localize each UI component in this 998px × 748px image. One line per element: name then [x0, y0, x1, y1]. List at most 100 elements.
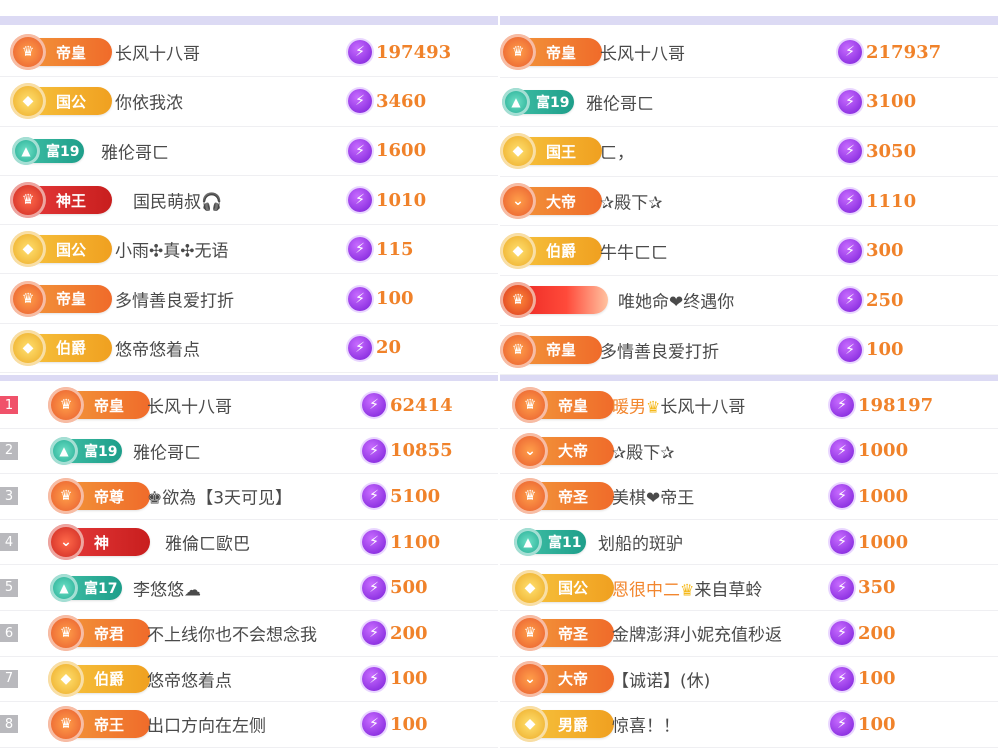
user-name[interactable]: 多情善良爱打折	[115, 286, 234, 311]
user-name[interactable]: 不上线你也不会想念我	[147, 621, 317, 646]
user-name-text: 不上线你也不会想念我	[147, 625, 317, 646]
score-value: 1010	[376, 189, 427, 211]
user-name[interactable]: ✰殿下✰	[600, 189, 663, 214]
user-name[interactable]: 悠帝悠着点	[115, 335, 200, 360]
leaderboard-row[interactable]: 5 ▲ 富17 李悠悠☁ ⚡ 500	[0, 565, 498, 611]
leaderboard-row[interactable]: ⌄ 大帝 ✰殿下✰ ⚡ 1110	[500, 177, 998, 227]
badge-emblem-icon: ♛	[500, 282, 536, 319]
user-name-text: 多情善良爱打折	[600, 342, 719, 363]
user-name[interactable]: 雅伦哥ㄈ	[101, 138, 169, 163]
leaderboard-row[interactable]: ♛ 帝皇 多情善良爱打折 ⚡ 100	[500, 326, 998, 376]
user-name[interactable]: 划船的斑驴	[598, 530, 683, 555]
rank-badge: ♛ 帝圣	[512, 615, 614, 652]
score: ⚡ 197493	[348, 40, 451, 65]
user-name[interactable]: 唯她命❤终遇你	[618, 288, 734, 313]
leaderboard-row[interactable]: ♛ 唯她命❤终遇你 ⚡ 250	[500, 276, 998, 326]
user-name-text: 小雨✣真✣无语	[115, 241, 229, 262]
score-value: 100	[866, 339, 904, 361]
rank-badge: ♛ 帝皇	[500, 331, 602, 368]
leaderboard-row[interactable]: 8 ♛ 帝王 出口方向在左侧 ⚡ 100	[0, 702, 498, 748]
leaderboard-row[interactable]: ▲ 富19 雅伦哥ㄈ ⚡ 1600	[0, 127, 498, 176]
user-name-text: 长风十八哥	[147, 397, 232, 418]
leaderboard-row[interactable]: 1 ♛ 帝皇 长风十八哥 ⚡ 62414	[0, 383, 498, 429]
badge-emblem-icon: ⌄	[500, 183, 536, 220]
leaderboard-row[interactable]: 2 ▲ 富19 雅伦哥ㄈ ⚡ 10855	[0, 429, 498, 475]
lightning-bolt-icon: ⚡	[838, 139, 862, 164]
user-name-text: ✰殿下✰	[612, 443, 675, 464]
user-name[interactable]: 暖男♛长风十八哥	[612, 393, 745, 418]
leaderboard-row[interactable]: ♛ 帝圣 美棋❤帝王 ⚡ 1000	[500, 474, 998, 520]
leaderboard-row[interactable]: ◆ 伯爵 悠帝悠着点 ⚡ 20	[0, 324, 498, 374]
user-name[interactable]: 美棋❤帝王	[612, 484, 694, 509]
leaderboard-row[interactable]: ♛ 神王 国民萌叔🎧 ⚡ 1010	[0, 176, 498, 226]
score: ⚡ 1000	[830, 438, 908, 463]
leaderboard-row[interactable]: ⌄ 大帝 【诚诺】(休) ⚡ 100	[500, 657, 998, 703]
user-name[interactable]: ㄈ，	[600, 139, 634, 164]
user-name-text: 划船的斑驴	[598, 534, 683, 555]
leaderboard-row[interactable]: ◆ 国公 小雨✣真✣无语 ⚡ 115	[0, 225, 498, 275]
badge-emblem-icon: ◆	[10, 83, 46, 120]
badge-emblem-icon: ♛	[512, 615, 548, 652]
leaderboard-row[interactable]: 6 ♛ 帝君 不上线你也不会想念我 ⚡ 200	[0, 611, 498, 657]
top-separator	[0, 0, 998, 28]
score: ⚡ 62414	[362, 393, 453, 418]
user-name[interactable]: 李悠悠☁	[133, 575, 201, 600]
leaderboard-row[interactable]: ♛ 帝皇 长风十八哥 ⚡ 217937	[500, 28, 998, 78]
user-name-text: 长风十八哥	[600, 44, 685, 65]
user-name[interactable]: 雅倫ㄈ歐巴	[165, 530, 250, 555]
lightning-bolt-icon: ⚡	[348, 188, 372, 213]
user-name[interactable]: ♚欲為【3天可见】	[147, 484, 292, 509]
lightning-bolt-icon: ⚡	[348, 335, 372, 360]
user-name[interactable]: 长风十八哥	[600, 40, 685, 65]
leaderboard-row[interactable]: ◆ 国公 你依我浓 ⚡ 3460	[0, 77, 498, 127]
rank-badge: ◆ 国王	[500, 133, 602, 170]
user-name[interactable]: 【诚诺】(休)	[612, 666, 710, 691]
leaderboard-row[interactable]: ♛ 帝皇 长风十八哥 ⚡ 197493	[0, 28, 498, 78]
user-name[interactable]: 金牌澎湃小妮充值秒返	[612, 621, 782, 646]
user-name-text: ㄈ，	[600, 143, 634, 164]
user-name[interactable]: 雅伦哥ㄈ	[586, 89, 654, 114]
user-name[interactable]: 小雨✣真✣无语	[115, 237, 229, 262]
badge-label: 大帝	[558, 670, 589, 689]
score-value: 100	[858, 713, 896, 735]
rank-badge: ▲ 富19	[12, 136, 84, 165]
user-name[interactable]: 牛牛ㄈㄈ	[600, 238, 668, 263]
user-name[interactable]: 出口方向在左侧	[147, 712, 266, 737]
user-name[interactable]: 恩很中二♛来自草蛉	[612, 575, 762, 600]
leaderboard-row[interactable]: ◆ 国公 恩很中二♛来自草蛉 ⚡ 350	[500, 565, 998, 611]
user-name[interactable]: 你依我浓	[115, 89, 183, 114]
score: ⚡ 3050	[838, 139, 916, 164]
lightning-bolt-icon: ⚡	[348, 89, 372, 114]
badge-label: 伯爵	[94, 670, 125, 689]
leaderboard-row[interactable]: ◆ 男爵 惊喜！！ ⚡ 100	[500, 702, 998, 748]
score-value: 100	[376, 288, 414, 310]
leaderboard-row[interactable]: ▲ 富11 划船的斑驴 ⚡ 1000	[500, 520, 998, 566]
user-name[interactable]: 雅伦哥ㄈ	[133, 438, 201, 463]
user-name[interactable]: 多情善良爱打折	[600, 337, 719, 362]
leaderboard-row[interactable]: ♛ 帝圣 金牌澎湃小妮充值秒返 ⚡ 200	[500, 611, 998, 657]
leaderboard-row[interactable]: 4 ⌄ 神雅倫ㄈ歐巴 ⚡ 1100	[0, 520, 498, 566]
score: ⚡ 100	[838, 337, 904, 362]
user-name[interactable]: 长风十八哥	[115, 40, 200, 65]
leaderboard-row[interactable]: ⌄ 大帝 ✰殿下✰ ⚡ 1000	[500, 429, 998, 475]
leaderboard-row[interactable]: ◆ 国王 ㄈ， ⚡ 3050	[500, 127, 998, 177]
badge-emblem-icon: ⌄	[48, 524, 84, 561]
user-name[interactable]: 长风十八哥	[147, 393, 232, 418]
badge-label: 帝王	[94, 715, 125, 734]
leaderboard-row[interactable]: ♛ 帝皇 暖男♛长风十八哥 ⚡ 198197	[500, 383, 998, 429]
user-name[interactable]: ✰殿下✰	[612, 438, 675, 463]
score: ⚡ 300	[838, 238, 904, 263]
user-name[interactable]: 国民萌叔🎧	[133, 188, 222, 213]
score: ⚡ 3460	[348, 89, 426, 114]
leaderboard-row[interactable]: ▲ 富19 雅伦哥ㄈ ⚡ 3100	[500, 78, 998, 128]
leaderboard-row[interactable]: 3 ♛ 帝尊 ♚欲為【3天可见】 ⚡ 5100	[0, 474, 498, 520]
badge-label: 国公	[56, 92, 87, 111]
badge-label: 帝圣	[558, 487, 589, 506]
rank-badge: ♛ 帝皇	[500, 34, 602, 71]
leaderboard-row[interactable]: 7 ◆ 伯爵 悠帝悠着点 ⚡ 100	[0, 657, 498, 703]
leaderboard-row[interactable]: ♛ 帝皇 多情善良爱打折 ⚡ 100	[0, 274, 498, 324]
user-name[interactable]: 惊喜！！	[612, 712, 680, 737]
user-name[interactable]: 悠帝悠着点	[147, 666, 232, 691]
lightning-bolt-icon: ⚡	[362, 484, 386, 509]
leaderboard-row[interactable]: ◆ 伯爵 牛牛ㄈㄈ ⚡ 300	[500, 226, 998, 276]
